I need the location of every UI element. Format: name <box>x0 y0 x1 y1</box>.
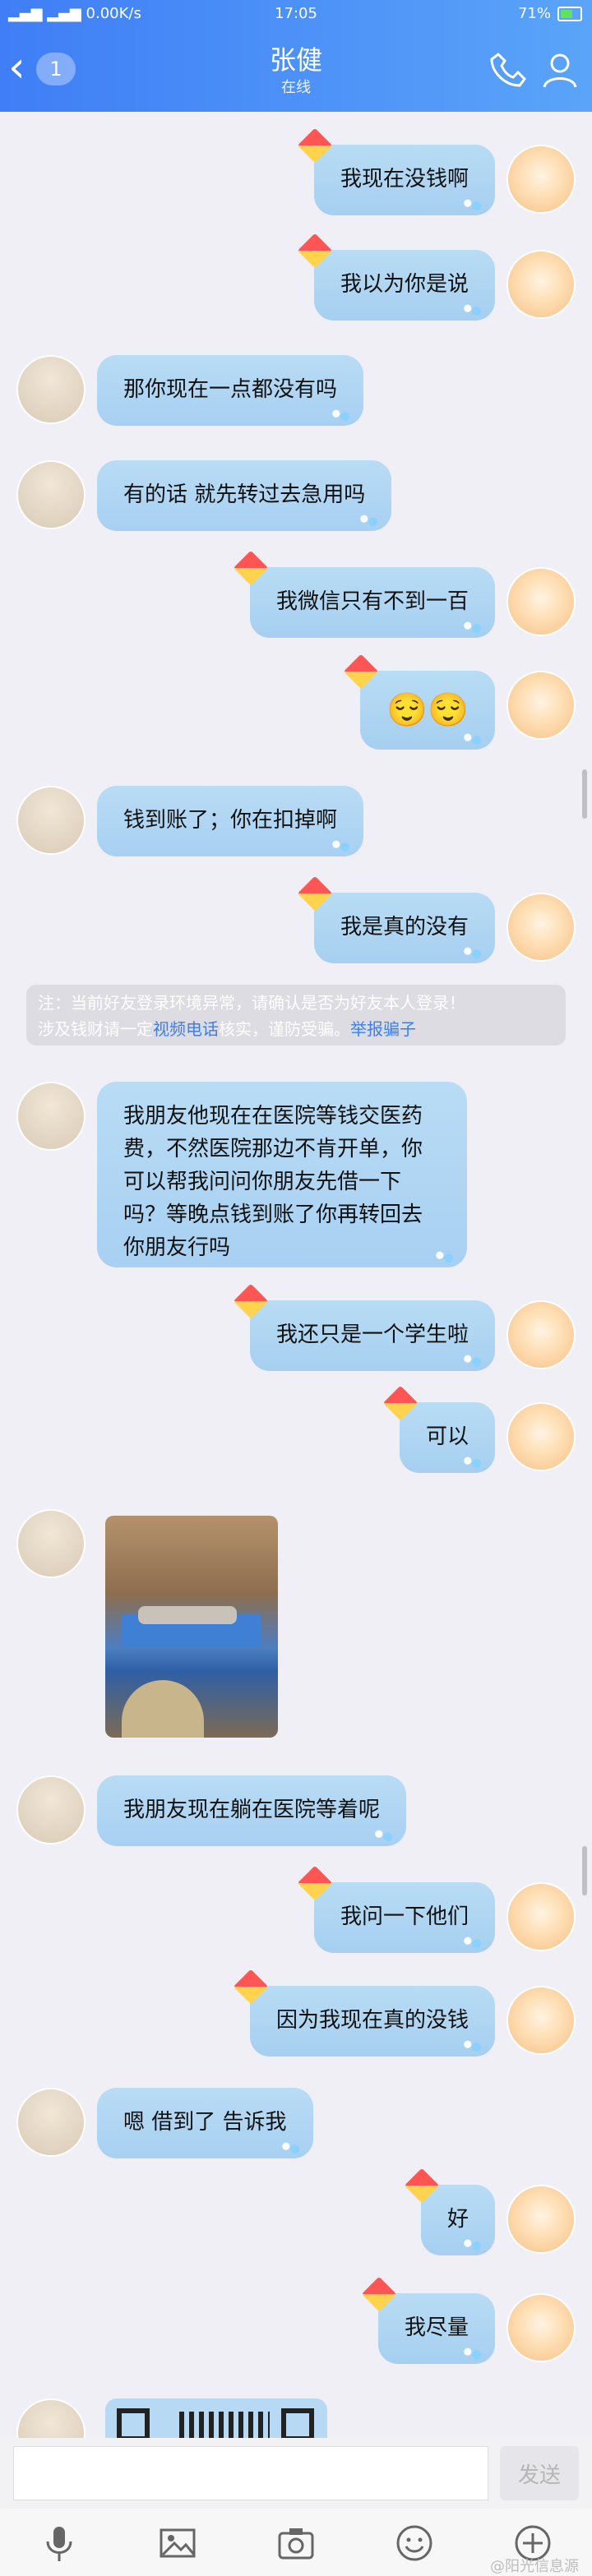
microphone-icon[interactable] <box>39 2523 79 2563</box>
message-text: 我微信只有不到一百 <box>275 589 469 614</box>
contact-avatar[interactable] <box>16 2088 86 2157</box>
message-bubble-sent[interactable]: 我问一下他们 <box>297 1865 495 1953</box>
message-text: 我朋友他现在在医院等钱交医药费，不然医院那边不肯开单，你可以帮我问问你朋友先借一… <box>123 1104 423 1260</box>
message-bubble-received[interactable]: 那你现在一点都没有吗 <box>97 355 364 426</box>
kite-icon <box>233 1283 269 1319</box>
message-bubble-sent[interactable]: 我现在没钱啊 <box>297 127 495 215</box>
message-text: 嗯 借到了 告诉我 <box>123 2110 287 2135</box>
security-warning-notice: 注：当前好友登录环境异常，请确认是否为好友本人登录！ 涉及钱财请一定视频电话核实… <box>26 985 566 1046</box>
message-list[interactable]: 我现在没钱啊 我以为你是说 那你现在一点都没有吗 有的话 就先转过去急用吗 我微… <box>0 112 592 2438</box>
qr-pattern <box>179 2412 270 2438</box>
message-bubble-sent[interactable]: 我微信只有不到一百 <box>233 550 495 638</box>
message-bubble-sent[interactable]: 我是真的没有 <box>297 875 495 963</box>
message-bubble-received[interactable]: 有的话 就先转过去急用吗 <box>97 460 392 531</box>
contact-avatar[interactable] <box>16 1775 86 1844</box>
kite-icon <box>297 875 333 912</box>
message-text: 可以 <box>425 1424 469 1449</box>
kite-icon <box>233 550 269 586</box>
my-avatar[interactable] <box>506 671 576 740</box>
message-input-bar: 发送 <box>0 2438 592 2509</box>
my-avatar[interactable] <box>506 1300 576 1369</box>
message-bubble-sent[interactable]: 😌😌 <box>344 653 495 750</box>
kite-icon <box>382 1385 419 1421</box>
message-text: 那你现在一点都没有吗 <box>123 377 338 402</box>
battery-percent: 71% <box>517 5 551 22</box>
report-scammer-link[interactable]: 举报骗子 <box>350 1019 416 1039</box>
message-bubble-sent[interactable]: 我尽量 <box>361 2276 495 2364</box>
my-avatar[interactable] <box>506 1882 576 1951</box>
kite-icon <box>297 233 333 269</box>
camera-icon[interactable] <box>276 2523 316 2563</box>
message-bubble-sent[interactable]: 我还只是一个学生啦 <box>233 1283 495 1371</box>
message-bubble-received[interactable]: 钱到账了；你在扣掉啊 <box>97 786 364 856</box>
message-bubble-sent[interactable]: 因为我现在真的没钱 <box>233 1969 495 2057</box>
warning-line-2: 涉及钱财请一定视频电话核实，谨防受骗。举报骗子 <box>38 1019 416 1039</box>
kite-icon <box>297 127 333 164</box>
photo-trash-bin <box>122 1680 204 1738</box>
send-button[interactable]: 发送 <box>500 2446 579 2500</box>
contact-avatar[interactable] <box>16 1509 86 1578</box>
my-avatar[interactable] <box>506 567 576 636</box>
kite-icon <box>233 1969 269 2005</box>
emoji-icon[interactable] <box>395 2523 434 2563</box>
watermark: @阳光信息源 <box>490 2558 579 2575</box>
message-text: 我是真的没有 <box>340 915 469 939</box>
video-call-link[interactable]: 视频电话 <box>153 1019 219 1039</box>
photo-message[interactable] <box>105 1516 278 1738</box>
profile-icon[interactable] <box>539 49 580 90</box>
battery-icon <box>557 6 582 21</box>
photo-person <box>138 1606 237 1624</box>
message-text: 我还只是一个学生啦 <box>275 1323 469 1347</box>
message-text: 我以为你是说 <box>340 272 469 297</box>
qr-finder-right <box>281 2408 314 2438</box>
my-avatar[interactable] <box>506 2185 576 2254</box>
message-text: 有的话 就先转过去急用吗 <box>123 482 366 507</box>
my-avatar[interactable] <box>506 1986 576 2055</box>
message-bubble-sent[interactable]: 我以为你是说 <box>297 233 495 321</box>
my-avatar[interactable] <box>506 1402 576 1471</box>
message-text: 因为我现在真的没钱 <box>275 2008 469 2033</box>
contact-avatar[interactable] <box>16 786 86 855</box>
qr-code-message[interactable] <box>105 2398 327 2438</box>
warning-line-1: 注：当前好友登录环境异常，请确认是否为好友本人登录！ <box>38 993 465 1013</box>
message-text: 我现在没钱啊 <box>340 167 469 192</box>
contact-avatar[interactable] <box>16 460 86 529</box>
emoji-message: 😌😌 <box>386 691 469 729</box>
message-bubble-received[interactable]: 我朋友他现在在医院等钱交医药费，不然医院那边不肯开单，你可以帮我问问你朋友先借一… <box>97 1082 467 1267</box>
message-text: 好 <box>446 2207 469 2232</box>
message-input[interactable] <box>13 2446 488 2500</box>
my-avatar[interactable] <box>506 893 576 962</box>
phone-icon[interactable] <box>487 49 528 90</box>
status-right: 71% <box>518 5 582 22</box>
clock: 17:05 <box>275 5 317 22</box>
message-bubble-sent[interactable]: 可以 <box>382 1385 495 1473</box>
scrollbar-thumb[interactable] <box>582 769 587 819</box>
my-avatar[interactable] <box>506 2293 576 2362</box>
message-text: 我问一下他们 <box>340 1904 469 1929</box>
kite-icon <box>297 1865 333 1901</box>
message-text: 我朋友现在躺在医院等着呢 <box>123 1798 381 1822</box>
kite-icon <box>404 2167 440 2204</box>
kite-icon <box>361 2276 397 2312</box>
contact-avatar[interactable] <box>16 1082 86 1151</box>
message-bubble-sent[interactable]: 好 <box>404 2167 495 2255</box>
contact-avatar[interactable] <box>16 355 86 424</box>
contact-avatar[interactable] <box>16 2398 86 2438</box>
my-avatar[interactable] <box>506 250 576 319</box>
message-bubble-received[interactable]: 嗯 借到了 告诉我 <box>97 2088 313 2158</box>
message-bubble-received[interactable]: 我朋友现在躺在医院等着呢 <box>97 1775 407 1846</box>
message-text: 钱到账了；你在扣掉啊 <box>123 808 338 833</box>
my-avatar[interactable] <box>506 145 576 214</box>
status-bar: ▂▄▆ ▂▄▆ 0.00K/s 17:05 71% <box>0 0 592 28</box>
qr-finder-left <box>117 2408 150 2438</box>
message-text: 我尽量 <box>404 2315 469 2340</box>
chat-header: ‹ 1 张健 在线 <box>0 28 592 112</box>
kite-icon <box>344 653 379 690</box>
image-icon[interactable] <box>158 2523 197 2563</box>
scrollbar-thumb-2[interactable] <box>582 1846 587 1895</box>
